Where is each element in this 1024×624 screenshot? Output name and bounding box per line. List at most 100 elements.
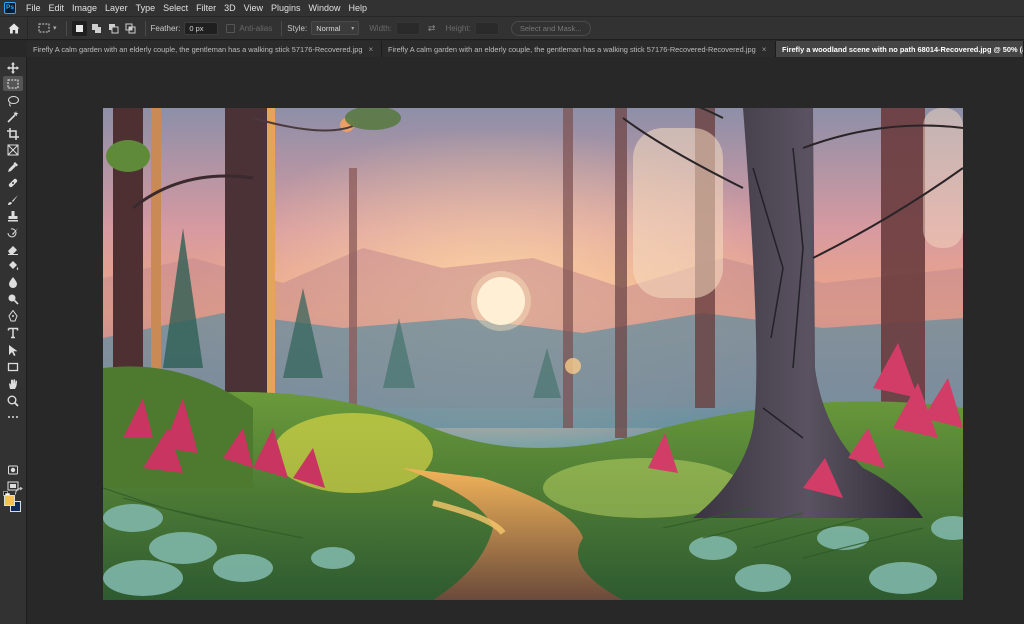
- style-select[interactable]: Normal ▾: [311, 21, 360, 35]
- document-tab-active[interactable]: Firefly a woodland scene with no path 68…: [776, 41, 1024, 57]
- screen-mode-button[interactable]: [3, 478, 23, 493]
- subtract-selection-button[interactable]: [106, 21, 121, 36]
- home-icon: [8, 23, 19, 33]
- menu-view[interactable]: View: [240, 3, 267, 13]
- divider: [144, 20, 146, 36]
- marquee-rect-icon: [38, 23, 49, 33]
- pen-icon: [8, 309, 18, 321]
- feather-label: Feather:: [150, 23, 181, 33]
- close-icon[interactable]: ×: [762, 45, 767, 54]
- path-selection-icon: [9, 344, 18, 356]
- anti-alias-label: Anti-alias: [239, 23, 273, 33]
- tab-title: Firefly A calm garden with an elderly co…: [388, 44, 756, 54]
- select-and-mask-button[interactable]: Select and Mask...: [510, 20, 591, 36]
- swap-dimensions-icon[interactable]: ⇄: [428, 23, 436, 34]
- eraser-tool[interactable]: [3, 241, 23, 256]
- lasso-icon: [8, 95, 19, 106]
- menu-select[interactable]: Select: [159, 3, 192, 13]
- width-input[interactable]: [395, 21, 420, 35]
- brush-icon: [8, 194, 18, 205]
- eyedropper-tool[interactable]: [3, 159, 23, 174]
- blur-tool[interactable]: [3, 274, 23, 289]
- tab-title: Firefly A calm garden with an elderly co…: [33, 44, 363, 54]
- type-icon: [7, 327, 19, 338]
- menu-plugins[interactable]: Plugins: [267, 3, 305, 13]
- zoom-icon: [7, 395, 19, 407]
- magic-wand-tool[interactable]: [3, 109, 23, 124]
- pen-tool[interactable]: [3, 308, 23, 323]
- divider: [281, 20, 283, 36]
- brush-tool[interactable]: [3, 192, 23, 207]
- chevron-down-icon: ▾: [351, 25, 355, 32]
- menu-file[interactable]: File: [22, 3, 45, 13]
- close-icon[interactable]: ×: [368, 45, 373, 54]
- photoshop-logo: Ps: [4, 2, 16, 14]
- clone-stamp-icon: [8, 210, 18, 221]
- marquee-preset-button[interactable]: [36, 21, 51, 36]
- menu-image[interactable]: Image: [68, 3, 101, 13]
- document-canvas-image[interactable]: [103, 108, 963, 600]
- eyedropper-icon: [8, 161, 18, 172]
- menu-help[interactable]: Help: [345, 3, 372, 13]
- healing-brush-tool[interactable]: [3, 175, 23, 190]
- document-tab-1[interactable]: Firefly A calm garden with an elderly co…: [27, 41, 382, 57]
- path-selection-tool[interactable]: [3, 342, 23, 357]
- document-tab-2[interactable]: Firefly A calm garden with an elderly co…: [382, 41, 776, 57]
- history-brush-tool[interactable]: [3, 225, 23, 240]
- height-label: Height:: [445, 23, 471, 33]
- width-label: Width:: [369, 23, 392, 33]
- tools-panel: [0, 57, 27, 624]
- add-selection-button[interactable]: [89, 21, 104, 36]
- history-brush-icon: [7, 227, 18, 237]
- zoom-tool[interactable]: [3, 393, 23, 408]
- paint-bucket-icon: [9, 260, 19, 270]
- eraser-icon: [8, 245, 18, 255]
- new-selection-button[interactable]: [71, 20, 87, 36]
- hand-icon: [9, 378, 17, 389]
- crop-icon: [7, 127, 19, 140]
- tab-title: Firefly a woodland scene with no path 68…: [782, 44, 1024, 54]
- photoshop-window: Ps File Edit Image Layer Type Select Fil…: [0, 0, 1024, 624]
- dodge-tool[interactable]: [3, 291, 23, 306]
- canvas-area[interactable]: [27, 57, 1024, 624]
- dodge-icon: [8, 294, 19, 305]
- menu-bar: Ps File Edit Image Layer Type Select Fil…: [0, 0, 1024, 17]
- style-label: Style:: [287, 23, 308, 33]
- woodland-scene-artwork: [103, 108, 963, 600]
- intersect-selection-icon: [125, 23, 136, 33]
- menu-type[interactable]: Type: [132, 3, 160, 13]
- chevron-down-icon[interactable]: ▾: [53, 24, 57, 32]
- lasso-tool[interactable]: [3, 93, 23, 108]
- subtract-selection-icon: [108, 23, 119, 33]
- intersect-selection-button[interactable]: [123, 21, 138, 36]
- paint-bucket-tool[interactable]: [3, 258, 23, 273]
- new-selection-icon: [75, 24, 83, 32]
- home-button[interactable]: [0, 17, 28, 39]
- height-input[interactable]: [474, 21, 499, 35]
- move-icon: [7, 61, 19, 74]
- quick-mask-icon: [8, 465, 18, 474]
- more-tools[interactable]: [3, 409, 23, 424]
- menu-layer[interactable]: Layer: [101, 3, 132, 13]
- menu-window[interactable]: Window: [305, 3, 345, 13]
- menu-filter[interactable]: Filter: [192, 3, 220, 13]
- menu-3d[interactable]: 3D: [220, 3, 240, 13]
- move-tool[interactable]: [3, 60, 23, 75]
- frame-tool[interactable]: [3, 142, 23, 157]
- type-tool[interactable]: [3, 325, 23, 340]
- marquee-tool[interactable]: [3, 76, 23, 91]
- feather-input[interactable]: 0 px: [184, 21, 219, 35]
- clone-stamp-tool[interactable]: [3, 208, 23, 223]
- divider: [65, 20, 67, 36]
- quick-mask-button[interactable]: [3, 462, 23, 477]
- rectangle-tool[interactable]: [3, 359, 23, 374]
- menu-edit[interactable]: Edit: [45, 3, 69, 13]
- screen-mode-icon: [7, 481, 19, 490]
- foreground-color-swatch[interactable]: [4, 495, 15, 506]
- crop-tool[interactable]: [3, 126, 23, 141]
- marquee-icon: [7, 79, 19, 88]
- anti-alias-checkbox[interactable]: [226, 23, 236, 33]
- hand-tool[interactable]: [3, 376, 23, 391]
- style-select-value: Normal: [316, 23, 341, 33]
- blur-icon: [9, 276, 17, 288]
